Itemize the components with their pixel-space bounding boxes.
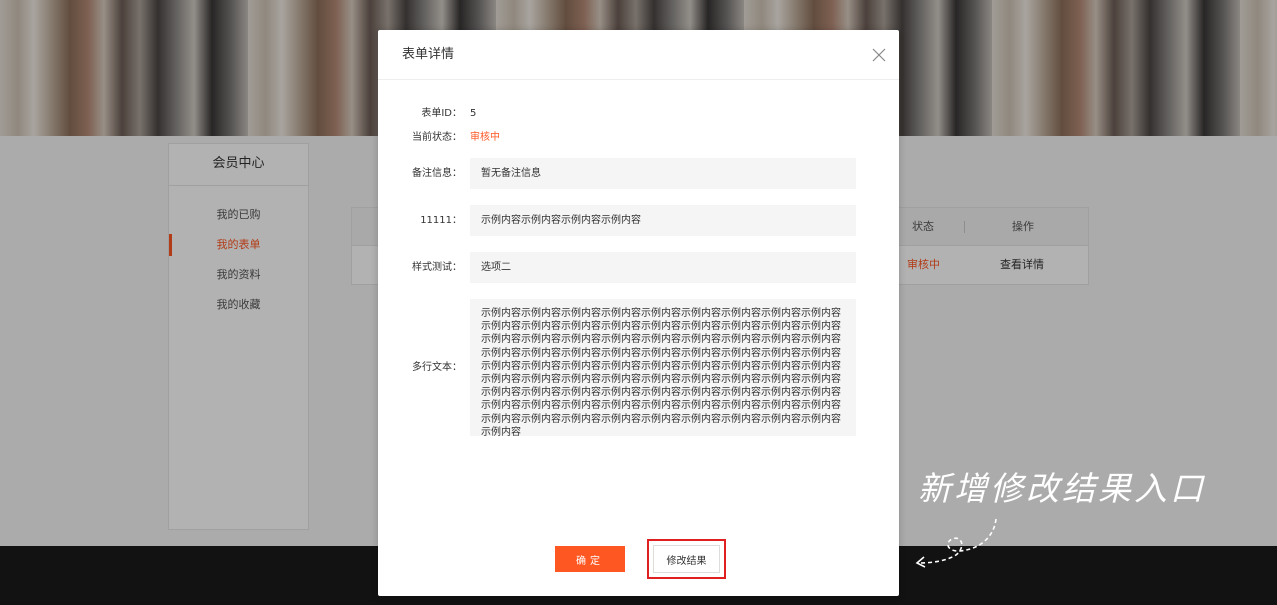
form-details-modal: 表单详情 表单ID： 5 当前状态： 审核中 备注信息： 暂无备注信息 1111… — [378, 30, 899, 596]
confirm-button[interactable]: 确定 — [555, 546, 625, 572]
remark-value: 暂无备注信息 — [470, 158, 856, 189]
annotation-arrow-icon — [915, 518, 997, 568]
status-row: 当前状态： 审核中 — [378, 131, 899, 145]
form-id-label: 表单ID： — [421, 108, 462, 119]
close-icon[interactable] — [869, 45, 889, 65]
style-test-row: 样式测试： 选项二 — [378, 252, 899, 283]
style-test-value: 选项二 — [470, 252, 856, 283]
form-id-value: 5 — [470, 108, 477, 119]
modal-footer: 确定 修改结果 — [378, 536, 899, 596]
modal-header: 表单详情 — [378, 30, 899, 80]
field-11111-label: 11111： — [420, 215, 462, 226]
status-label: 当前状态： — [412, 132, 462, 143]
status-value: 审核中 — [470, 132, 500, 143]
multiline-label: 多行文本： — [412, 362, 462, 373]
form-id-row: 表单ID： 5 — [378, 107, 899, 121]
remark-label: 备注信息： — [412, 168, 462, 179]
modal-title: 表单详情 — [402, 47, 455, 62]
highlight-box: 修改结果 — [647, 539, 726, 579]
remark-row: 备注信息： 暂无备注信息 — [378, 158, 899, 189]
style-test-label: 样式测试： — [412, 262, 462, 273]
multiline-value: 示例内容示例内容示例内容示例内容示例内容示例内容示例内容示例内容示例内容示例内容… — [470, 299, 856, 438]
modify-result-button[interactable]: 修改结果 — [653, 545, 720, 573]
multiline-row: 多行文本： 示例内容示例内容示例内容示例内容示例内容示例内容示例内容示例内容示例… — [378, 299, 899, 438]
field-11111-value: 示例内容示例内容示例内容示例内容 — [470, 205, 856, 236]
annotation-text: 新增修改结果入口 — [918, 469, 1206, 508]
field-11111-row: 11111： 示例内容示例内容示例内容示例内容 — [378, 205, 899, 236]
